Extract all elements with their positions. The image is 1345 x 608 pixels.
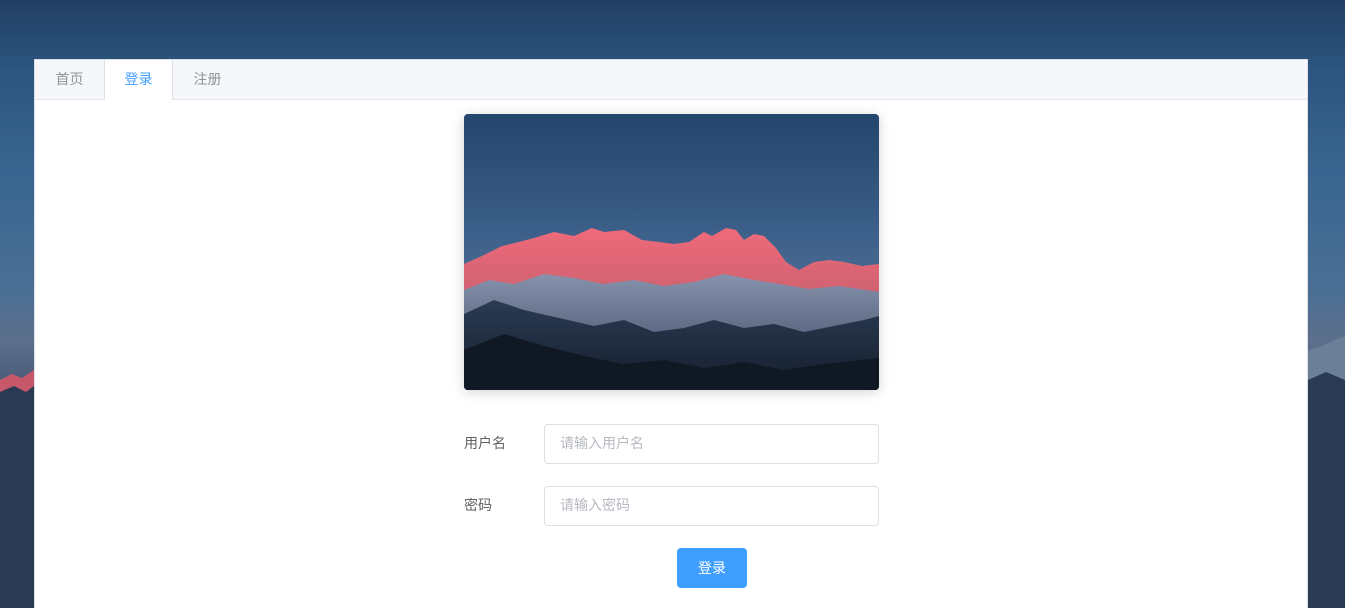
password-row: 密码 [464,486,879,526]
tab-login[interactable]: 登录 [104,60,173,100]
login-card: 首页 登录 注册 用户名 请输入用户名 密码 登录 [34,59,1308,608]
password-input[interactable] [544,486,879,526]
username-input[interactable] [544,424,879,464]
tab-bar: 首页 登录 注册 [35,60,1307,100]
tab-home[interactable]: 首页 [35,60,104,100]
username-label: 用户名 [464,436,506,452]
hero-image [464,114,879,390]
password-label: 密码 [464,498,492,514]
username-row: 用户名 [464,424,879,464]
mountain-photo [464,114,879,390]
tab-register[interactable]: 注册 [173,60,242,100]
login-button[interactable]: 登录 [677,548,747,588]
